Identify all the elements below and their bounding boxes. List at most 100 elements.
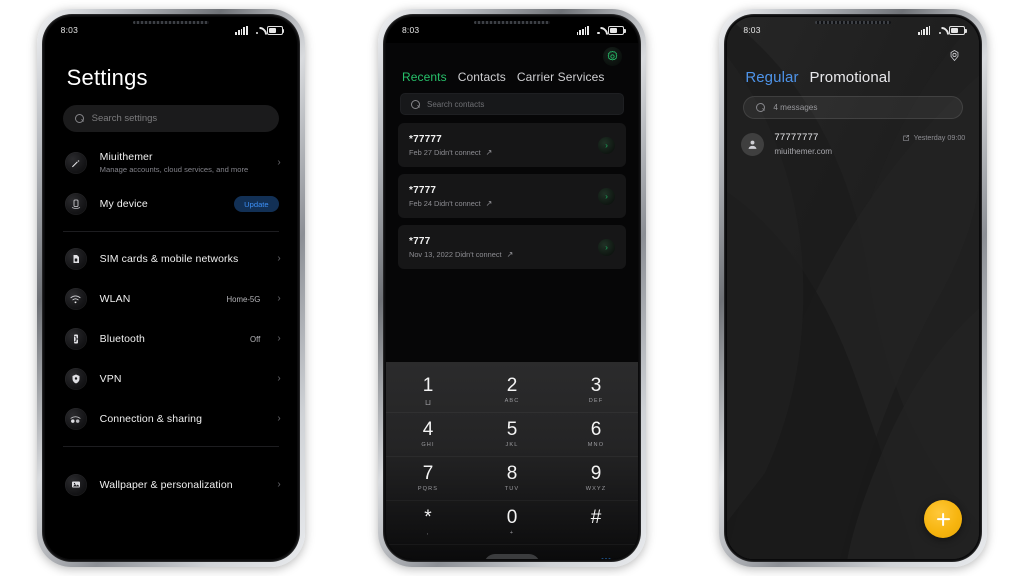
dialpad-key-2[interactable]: 2 ABC [469, 369, 554, 413]
dialpad-key-star[interactable]: * , [385, 501, 470, 545]
sidebar-item-text: WLAN [100, 293, 214, 305]
dialpad-digit: 0 [506, 507, 518, 528]
dialpad-key-7[interactable]: 7 PQRS [385, 457, 470, 501]
dialer-settings-row [386, 43, 638, 66]
call-meta-text: Feb 27 Didn't connect [408, 147, 481, 157]
call-meta: Feb 24 Didn't connect ↗ [409, 199, 598, 208]
search-messages-field[interactable]: 4 messages [743, 96, 964, 119]
list-item[interactable]: *777 Nov 13, 2022 Didn't connect ↗ › [397, 225, 626, 269]
dialpad-letters: WXYZ [585, 486, 607, 492]
sidebar-item-sim-cards[interactable]: SIM cards & mobile networks › [45, 239, 297, 279]
sidebar-item-my-device[interactable]: My device Update [45, 184, 297, 224]
status-badge-update[interactable]: Update [234, 196, 279, 213]
phone-device-messages: 8:03 Regular Promotional 4 messages 7777… [719, 9, 988, 567]
settings-app: Settings Search settings Miuithemer Mana… [44, 43, 297, 559]
vpn-icon [64, 368, 87, 391]
message-header: 77777777 Yesterday 09:00 [774, 132, 965, 143]
status-bar-time: 8:03 [401, 25, 420, 35]
sidebar-item-label: Bluetooth [99, 333, 145, 346]
list-divider [62, 231, 279, 233]
call-meta-text: Feb 24 Didn't connect [408, 198, 481, 208]
dialpad-digit: # [590, 507, 602, 528]
outgoing-call-icon: ↗ [506, 249, 514, 259]
dialpad-letters: , [426, 530, 430, 536]
tab-carrier-services[interactable]: Carrier Services [517, 70, 605, 84]
account-icon [64, 152, 87, 174]
dialpad-letters: GHI [421, 442, 435, 448]
call-log-list-icon[interactable] [412, 556, 424, 559]
screenshot-stage: 8:03 Settings Search settings Miuithemer… [0, 0, 1024, 576]
call-number: *77777 [408, 133, 442, 145]
status-bar-time: 8:03 [60, 25, 78, 35]
phone-bezel: 8:03 [382, 14, 641, 562]
signal-icon [576, 25, 589, 35]
wifi-icon [593, 26, 604, 35]
sent-message-icon [902, 134, 909, 141]
list-item[interactable]: *77777 Feb 27 Didn't connect ↗ › [397, 123, 626, 167]
search-settings-field[interactable]: Search settings [62, 105, 279, 132]
search-placeholder: Search contacts [426, 99, 485, 109]
sidebar-item-miuithemer[interactable]: Miuithemer Manage accounts, cloud servic… [45, 142, 297, 184]
dialpad-digit: 6 [590, 419, 602, 440]
status-bar-icons [917, 25, 967, 35]
sidebar-item-wlan[interactable]: WLAN Home-5G › [45, 279, 297, 319]
tab-regular[interactable]: Regular [745, 69, 798, 86]
battery-icon [949, 26, 967, 35]
sidebar-item-text: Bluetooth [100, 333, 237, 345]
sidebar-item-text: Connection & sharing [100, 413, 265, 425]
dialpad-key-9[interactable]: 9 WXYZ [553, 457, 638, 501]
sidebar-item-connection-sharing[interactable]: Connection & sharing › [45, 399, 297, 439]
dialer-bottom-bar [386, 545, 638, 559]
list-item[interactable]: 77777777 Yesterday 09:00 miuithemer.com [741, 132, 965, 156]
dialpad-icon[interactable] [600, 556, 612, 559]
search-icon [756, 103, 766, 112]
sidebar-item-bluetooth[interactable]: Bluetooth Off › [45, 319, 297, 359]
sidebar-item-label: Wallpaper & personalization [99, 479, 233, 492]
dialpad-letters: MNO [587, 442, 605, 448]
tab-promotional[interactable]: Promotional [810, 69, 891, 86]
sidebar-item-text: SIM cards & mobile networks [100, 253, 265, 265]
person-icon [748, 140, 757, 149]
sidebar-item-text: VPN [100, 373, 265, 385]
call-details-button[interactable]: › [597, 136, 615, 154]
call-meta: Feb 27 Didn't connect ↗ [409, 148, 598, 157]
messages-settings-row [727, 43, 979, 64]
signal-icon [917, 25, 931, 35]
dialpad-key-6[interactable]: 6 MNO [553, 413, 638, 457]
gear-icon[interactable] [602, 47, 622, 66]
new-message-fab[interactable] [924, 500, 963, 538]
sim-card-icon [64, 248, 87, 271]
dialpad-key-4[interactable]: 4 GHI [385, 413, 470, 457]
gear-icon[interactable] [946, 47, 963, 64]
phone-bezel: 8:03 Settings Search settings Miuithemer… [41, 14, 300, 562]
dialpad-key-1[interactable]: 1 ⊔ [385, 369, 470, 413]
phone-call-icon [505, 559, 518, 560]
call-entry-text: *7777 Feb 24 Didn't connect ↗ [409, 185, 598, 208]
dialpad-key-0[interactable]: 0 + [469, 501, 554, 545]
dialpad-key-5[interactable]: 5 JKL [469, 413, 554, 457]
message-time-text: Yesterday 09:00 [913, 133, 966, 142]
call-entry-text: *77777 Feb 27 Didn't connect ↗ [409, 134, 598, 157]
dialpad-key-3[interactable]: 3 DEF [553, 369, 638, 413]
battery-icon [266, 26, 285, 35]
search-contacts-field[interactable]: Search contacts [399, 93, 624, 115]
sidebar-item-text: My device [100, 198, 222, 210]
list-item[interactable]: *7777 Feb 24 Didn't connect ↗ › [397, 174, 626, 218]
sidebar-item-text: Wallpaper & personalization [100, 479, 265, 491]
tab-contacts[interactable]: Contacts [458, 70, 506, 84]
sidebar-item-vpn[interactable]: VPN › [45, 359, 297, 399]
message-snippet: miuithemer.com [774, 147, 833, 156]
dialpad-digit: 1 [422, 375, 434, 396]
dialpad-key-8[interactable]: 8 TUV [469, 457, 554, 501]
dialpad-key-hash[interactable]: # [553, 501, 638, 545]
call-meta: Nov 13, 2022 Didn't connect ↗ [409, 250, 598, 259]
call-details-button[interactable]: › [597, 187, 615, 205]
battery-icon [607, 26, 626, 35]
messages-list: 77777777 Yesterday 09:00 miuithemer.com [727, 119, 979, 156]
call-details-button[interactable]: › [597, 238, 615, 256]
phone-call-button[interactable] [483, 554, 540, 560]
outgoing-call-icon: ↗ [485, 147, 493, 157]
plus-icon [936, 512, 951, 527]
sidebar-item-wallpaper[interactable]: Wallpaper & personalization › [45, 465, 297, 505]
tab-recents[interactable]: Recents [402, 70, 447, 84]
